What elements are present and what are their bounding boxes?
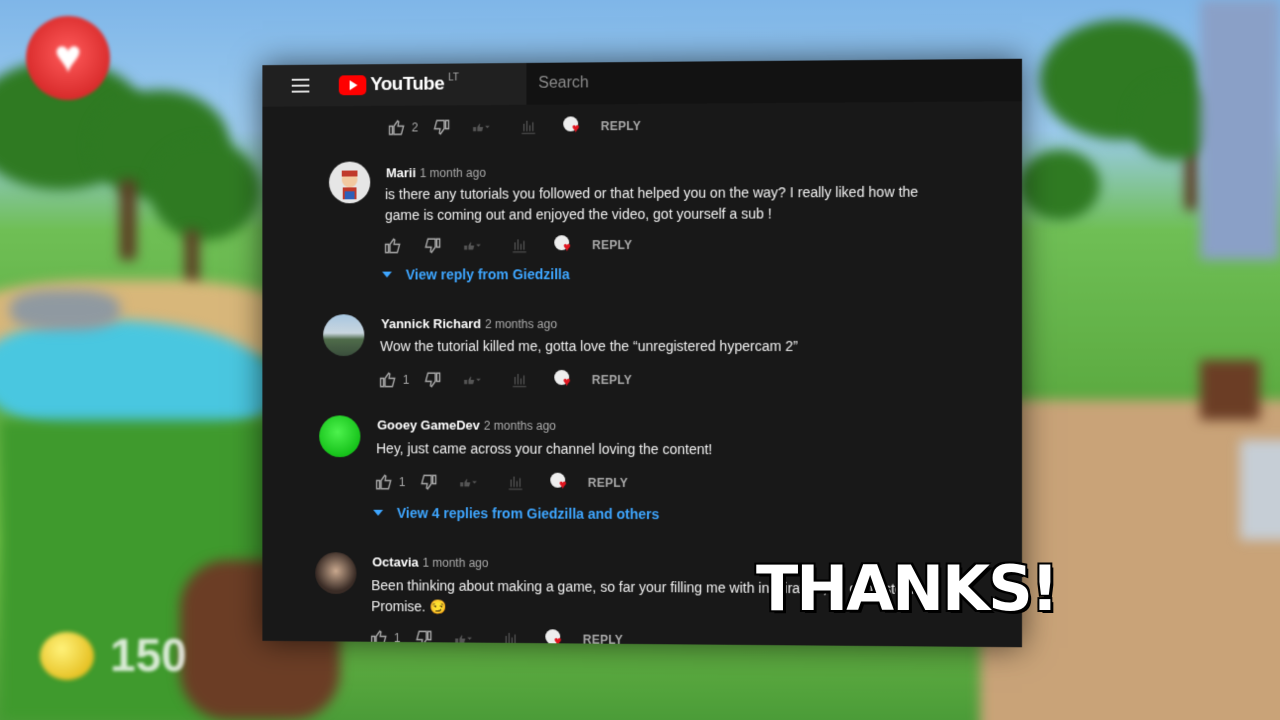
thumbs-down-icon[interactable] <box>423 371 441 389</box>
thumbs-up-icon[interactable] <box>379 371 397 389</box>
thumbs-up-icon[interactable] <box>388 119 406 137</box>
stats-icon[interactable] <box>511 236 529 254</box>
comment-time[interactable]: 1 month ago <box>422 556 488 570</box>
comment-actions: ♥ REPLY <box>384 235 632 256</box>
reply-button[interactable]: REPLY <box>588 476 628 490</box>
comment-time[interactable]: 2 months ago <box>485 317 557 331</box>
expand-triangle-icon <box>382 271 392 278</box>
thumbs-up-icon[interactable] <box>375 473 393 491</box>
comment-time[interactable]: 2 months ago <box>484 419 556 433</box>
heart-icon: ♥ <box>26 16 110 100</box>
comment-actions: 1 ♥ REPLY <box>379 369 632 390</box>
reply-button[interactable]: REPLY <box>601 119 641 133</box>
avatar[interactable] <box>315 552 357 595</box>
creator-heart-icon[interactable]: ♥ <box>554 235 576 255</box>
creator-heart-icon[interactable]: ♥ <box>553 369 576 390</box>
like-count: 2 <box>411 120 419 135</box>
comment: 2 ♥ REPLY <box>262 111 1022 116</box>
youtube-play-icon <box>338 75 367 96</box>
stats-icon[interactable] <box>506 474 524 492</box>
thumbs-down-icon[interactable] <box>419 473 437 491</box>
author-name[interactable]: Gooey GameDev <box>377 418 480 433</box>
coin-count: 150 <box>110 629 187 681</box>
creator-actions-icon[interactable] <box>463 371 489 389</box>
author-name[interactable]: Yannick Richard <box>381 316 481 331</box>
menu-icon[interactable] <box>291 78 310 93</box>
stats-icon[interactable] <box>519 118 537 136</box>
reply-button[interactable]: REPLY <box>592 238 632 252</box>
tree <box>150 140 260 240</box>
comment-text: is there any tutorials you followed or t… <box>385 183 919 223</box>
comment-author[interactable]: Octavia 1 month ago <box>372 554 488 570</box>
like-count: 1 <box>402 372 410 387</box>
stump <box>1200 360 1260 420</box>
view-replies-button[interactable]: View 4 replies from Giedzilla and others <box>373 505 659 522</box>
view-replies-button[interactable]: View reply from Giedzilla <box>382 266 570 282</box>
author-name[interactable]: Octavia <box>372 554 418 569</box>
creator-actions-icon[interactable] <box>459 473 485 491</box>
logo-text: YouTube <box>370 73 445 96</box>
region-code: LT <box>448 71 459 84</box>
comment: Gooey GameDev 2 months ago Hey, just came… <box>262 413 1022 522</box>
thumbs-up-icon[interactable] <box>384 237 402 255</box>
author-name[interactable]: Marii <box>386 165 416 180</box>
tree <box>1020 150 1100 220</box>
creator-heart-icon[interactable]: ♥ <box>562 116 585 136</box>
avatar[interactable] <box>328 161 371 204</box>
tree-trunk <box>120 180 136 260</box>
creator-actions-icon[interactable] <box>463 237 489 255</box>
reply-button[interactable]: REPLY <box>592 373 632 387</box>
rock <box>10 290 120 330</box>
thanks-caption: THANKS! <box>756 552 1059 625</box>
comment: Marii 1 month ago is there any tutorials … <box>262 156 1022 282</box>
creator-heart-icon[interactable]: ♥ <box>549 472 572 493</box>
comment-text: Hey, just came across your channel lovin… <box>376 440 713 458</box>
avatar[interactable] <box>323 314 365 356</box>
view-replies-label: View 4 replies from Giedzilla and others <box>396 504 660 523</box>
stats-icon[interactable] <box>510 371 528 389</box>
thumbs-down-icon[interactable] <box>432 118 450 136</box>
comment-text: Wow the tutorial killed me, gotta love t… <box>380 337 798 355</box>
search-input[interactable]: Search <box>526 58 1023 105</box>
thumbs-down-icon[interactable] <box>423 237 441 255</box>
creator-actions-icon[interactable] <box>472 118 498 136</box>
youtube-topbar: YouTube LT Search <box>262 58 1023 107</box>
expand-triangle-icon <box>373 509 384 516</box>
comment-actions: 2 ♥ REPLY <box>388 116 641 138</box>
like-count: 1 <box>398 475 406 490</box>
comment-time[interactable]: 1 month ago <box>420 166 486 180</box>
comment: Yannick Richard 2 months ago Wow the tuto… <box>262 312 1022 313</box>
avatar[interactable] <box>319 415 361 458</box>
view-replies-label: View reply from Giedzilla <box>405 266 570 283</box>
comment-author[interactable]: Marii 1 month ago <box>386 165 486 180</box>
youtube-logo[interactable]: YouTube LT <box>338 71 459 96</box>
cliff <box>1200 0 1280 260</box>
comment-actions: 1 ♥ REPLY <box>375 472 628 493</box>
rock <box>1240 440 1280 540</box>
comment-author[interactable]: Yannick Richard 2 months ago <box>381 316 557 331</box>
comment-author[interactable]: Gooey GameDev 2 months ago <box>377 418 556 433</box>
coin-icon <box>40 632 94 680</box>
